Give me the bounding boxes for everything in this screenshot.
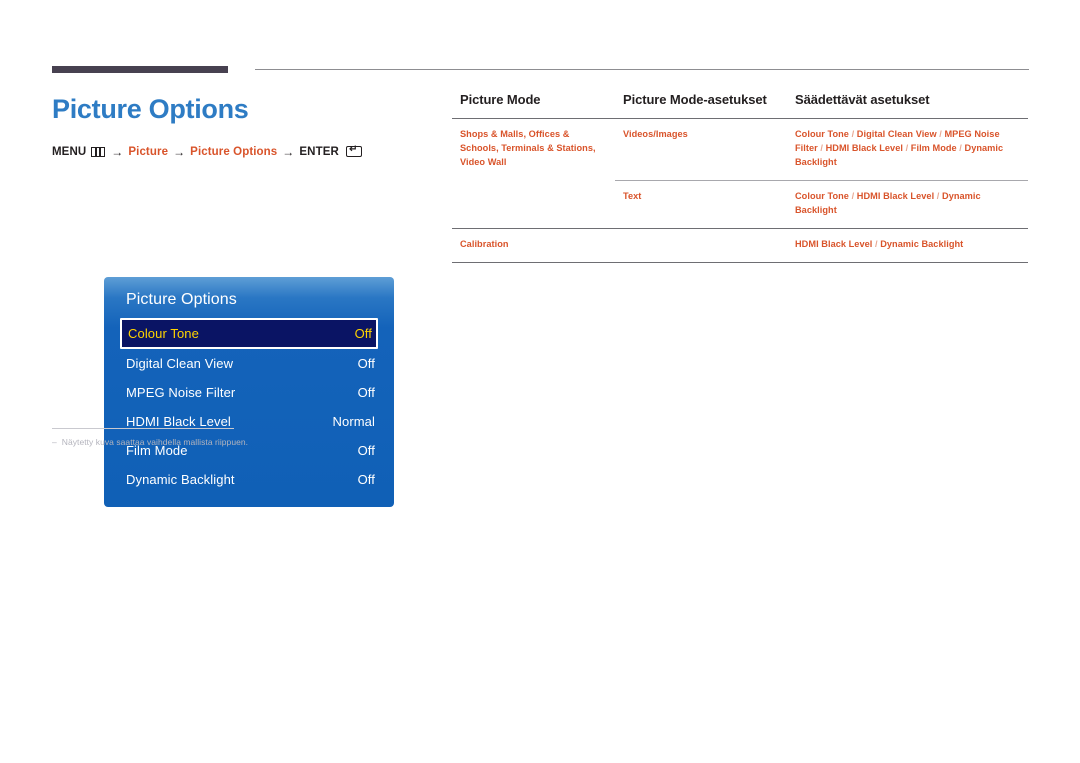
breadcrumb: MENU → Picture → Picture Options → ENTER…: [52, 145, 402, 159]
cell-picture-mode: Calibration: [452, 227, 615, 263]
breadcrumb-arrow-2: →: [173, 144, 186, 159]
table-row: Shops & Malls, Offices & Schools, Termin…: [452, 119, 1028, 181]
spec-table: Picture Mode Picture Mode-asetukset Sääd…: [452, 92, 1028, 263]
header-thin-rule: [255, 69, 1029, 70]
osd-row-label: MPEG Noise Filter: [126, 385, 236, 400]
osd-row-label: HDMI Black Level: [126, 414, 231, 429]
breadcrumb-enter-label: ENTER: [299, 145, 339, 158]
table-row: Calibration HDMI Black Level / Dynamic B…: [452, 227, 1028, 263]
menu-grid-icon: [91, 146, 106, 157]
osd-row-value: Off: [357, 472, 375, 487]
cell-mode-setting: Videos/Images: [623, 129, 688, 139]
cell-picture-mode: Shops & Malls, Offices & Schools, Termin…: [460, 129, 596, 167]
left-column: Picture Options MENU → Picture → Picture…: [52, 94, 402, 507]
footnote-divider: [52, 428, 234, 429]
table-end-cell: [452, 262, 615, 263]
osd-row-colour-tone[interactable]: Colour Tone Off: [120, 318, 378, 349]
table-end-cell: [787, 262, 1028, 263]
osd-row-value: Off: [357, 385, 375, 400]
breadcrumb-menu-label: MENU: [52, 145, 87, 158]
cell-adjustable: HDMI Black Level / Dynamic Backlight: [787, 227, 1028, 263]
osd-row-mpeg-noise-filter[interactable]: MPEG Noise Filter Off: [104, 378, 394, 407]
breadcrumb-step-picture-options[interactable]: Picture Options: [190, 146, 277, 158]
osd-row-label: Colour Tone: [128, 326, 199, 341]
column-header-picture-mode: Picture Mode: [452, 92, 615, 119]
footnote-text: Näytetty kuva saattaa vaihdella mallista…: [61, 437, 249, 447]
osd-picture-options-panel: Picture Options Colour Tone Off Digital …: [104, 277, 394, 507]
table-bottom-rule: [452, 262, 1028, 263]
column-header-adjustable-settings: Säädettävät asetukset: [787, 92, 1028, 119]
breadcrumb-step-picture[interactable]: Picture: [128, 146, 168, 158]
top-rule-group: [0, 0, 1080, 80]
osd-row-label: Digital Clean View: [126, 356, 234, 371]
footnote: – Näytetty kuva saattaa vaihdella mallis…: [52, 437, 352, 447]
cell-mode-setting: [615, 227, 787, 263]
cell-mode-setting: Text: [615, 179, 787, 229]
page-title: Picture Options: [52, 94, 249, 124]
picture-mode-table: Picture Mode Picture Mode-asetukset Sääd…: [452, 92, 1028, 263]
osd-row-value: Off: [354, 326, 372, 341]
osd-panel-title: Picture Options: [126, 291, 237, 308]
footnote-block: – Näytetty kuva saattaa vaihdella mallis…: [52, 428, 352, 447]
table-header-row: Picture Mode Picture Mode-asetukset Sääd…: [452, 92, 1028, 119]
enter-key-icon: ↵: [345, 145, 362, 158]
osd-row-dynamic-backlight[interactable]: Dynamic Backlight Off: [104, 465, 394, 494]
header-accent-bar: [52, 66, 228, 73]
osd-row-value: Normal: [332, 414, 375, 429]
breadcrumb-arrow-3: →: [282, 144, 295, 159]
cell-adjustable: Colour Tone / Digital Clean View / MPEG …: [795, 129, 1004, 167]
column-header-picture-mode-settings: Picture Mode-asetukset: [615, 92, 787, 119]
breadcrumb-arrow-1: →: [111, 144, 124, 159]
footnote-dash: –: [52, 437, 57, 447]
cell-adjustable: Colour Tone / HDMI Black Level / Dynamic…: [787, 179, 1028, 229]
osd-row-value: Off: [357, 356, 375, 371]
osd-row-digital-clean-view[interactable]: Digital Clean View Off: [104, 349, 394, 378]
osd-row-value: Off: [357, 443, 375, 458]
osd-row-label: Dynamic Backlight: [126, 472, 235, 487]
table-end-cell: [615, 262, 787, 263]
